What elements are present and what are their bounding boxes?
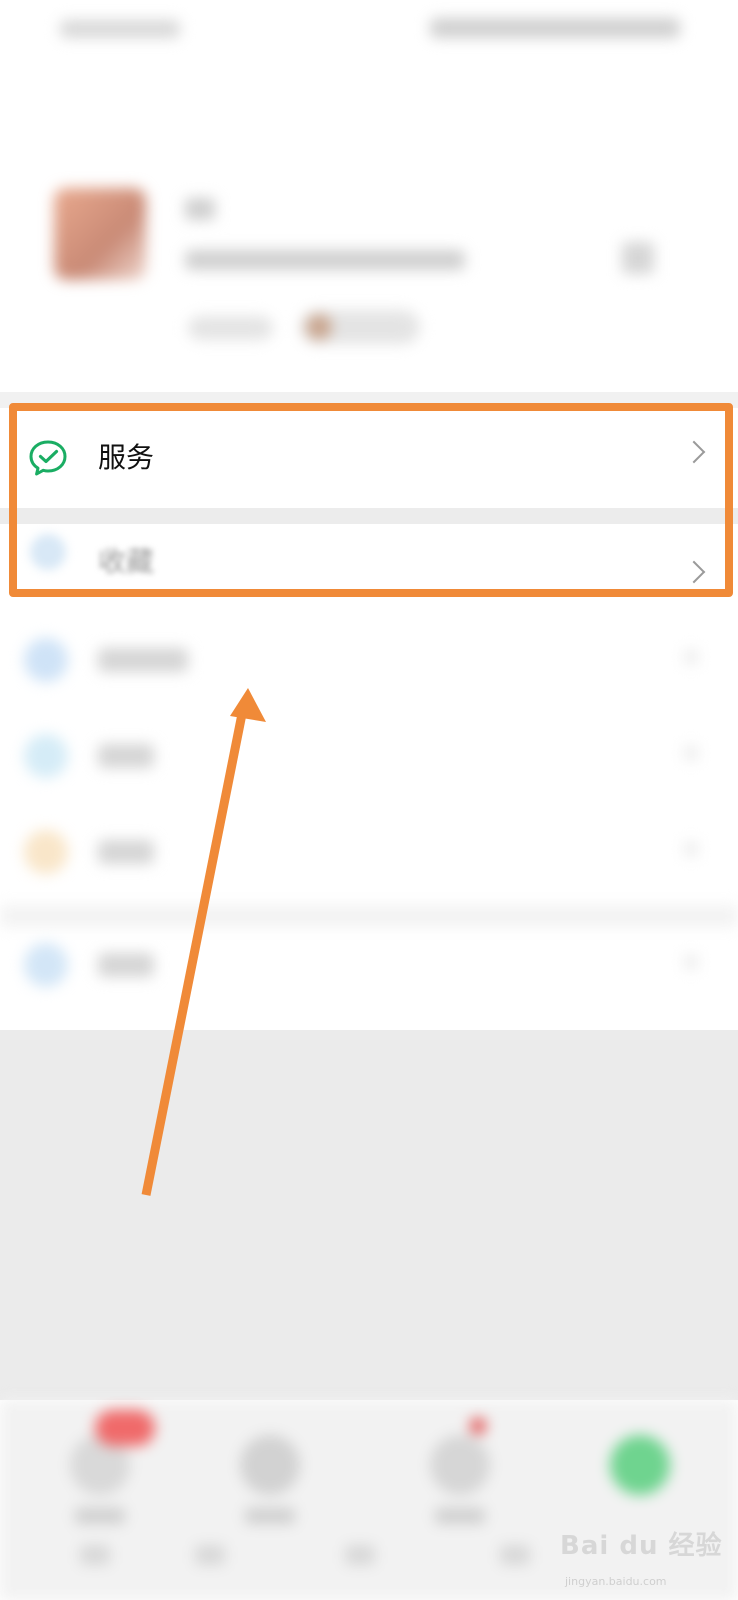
me-icon[interactable] — [610, 1435, 670, 1495]
chevron-right-icon — [684, 650, 698, 664]
nav-hint — [80, 1545, 110, 1565]
avatar[interactable] — [54, 188, 146, 280]
notification-dot — [470, 1418, 486, 1434]
moments-icon — [24, 638, 68, 682]
list-item-moments[interactable] — [0, 610, 738, 706]
baidu-watermark: Bai du 经验 — [560, 1531, 723, 1561]
card-icon — [24, 734, 68, 778]
friends-status-button[interactable] — [300, 310, 420, 344]
section-divider — [0, 905, 738, 927]
tab-label — [435, 1508, 485, 1524]
list-item-settings[interactable] — [0, 915, 738, 1011]
list-item-label — [98, 840, 154, 864]
discover-icon[interactable] — [430, 1435, 490, 1495]
chevron-right-icon — [684, 842, 698, 856]
wechat-id — [185, 250, 465, 270]
list-item-label — [98, 953, 154, 977]
list-item-cards[interactable] — [0, 706, 738, 802]
list-item-stickers[interactable] — [0, 802, 738, 898]
status-time — [60, 20, 180, 38]
contacts-icon[interactable] — [240, 1435, 300, 1495]
annotation-highlight-box — [9, 403, 733, 597]
profile-header[interactable] — [0, 150, 738, 390]
emoji-icon — [24, 830, 68, 874]
baidu-watermark-url: jingyan.baidu.com — [565, 1575, 667, 1588]
status-button[interactable] — [188, 316, 273, 340]
chevron-right-icon — [684, 746, 698, 760]
tab-label — [245, 1508, 295, 1524]
menu-list — [0, 610, 738, 1030]
status-bar — [0, 0, 738, 60]
chevron-right-icon — [684, 955, 698, 969]
tab-bar — [0, 1400, 738, 1600]
unread-badge — [95, 1410, 155, 1446]
nav-hint — [195, 1545, 225, 1565]
tab-label — [75, 1508, 125, 1524]
empty-area — [0, 1030, 738, 1400]
list-item-label — [98, 648, 188, 672]
list-item-label — [98, 744, 154, 768]
status-icons — [430, 18, 680, 38]
profile-name — [185, 198, 215, 220]
settings-icon — [24, 943, 68, 987]
wechat-me-page: 服务 收藏 Bai du 经验 jingyan.baidu.com — [0, 0, 738, 1600]
friend-avatar — [306, 314, 332, 340]
nav-hint — [345, 1545, 375, 1565]
qr-code-icon[interactable] — [622, 242, 654, 274]
nav-hint — [500, 1545, 530, 1565]
